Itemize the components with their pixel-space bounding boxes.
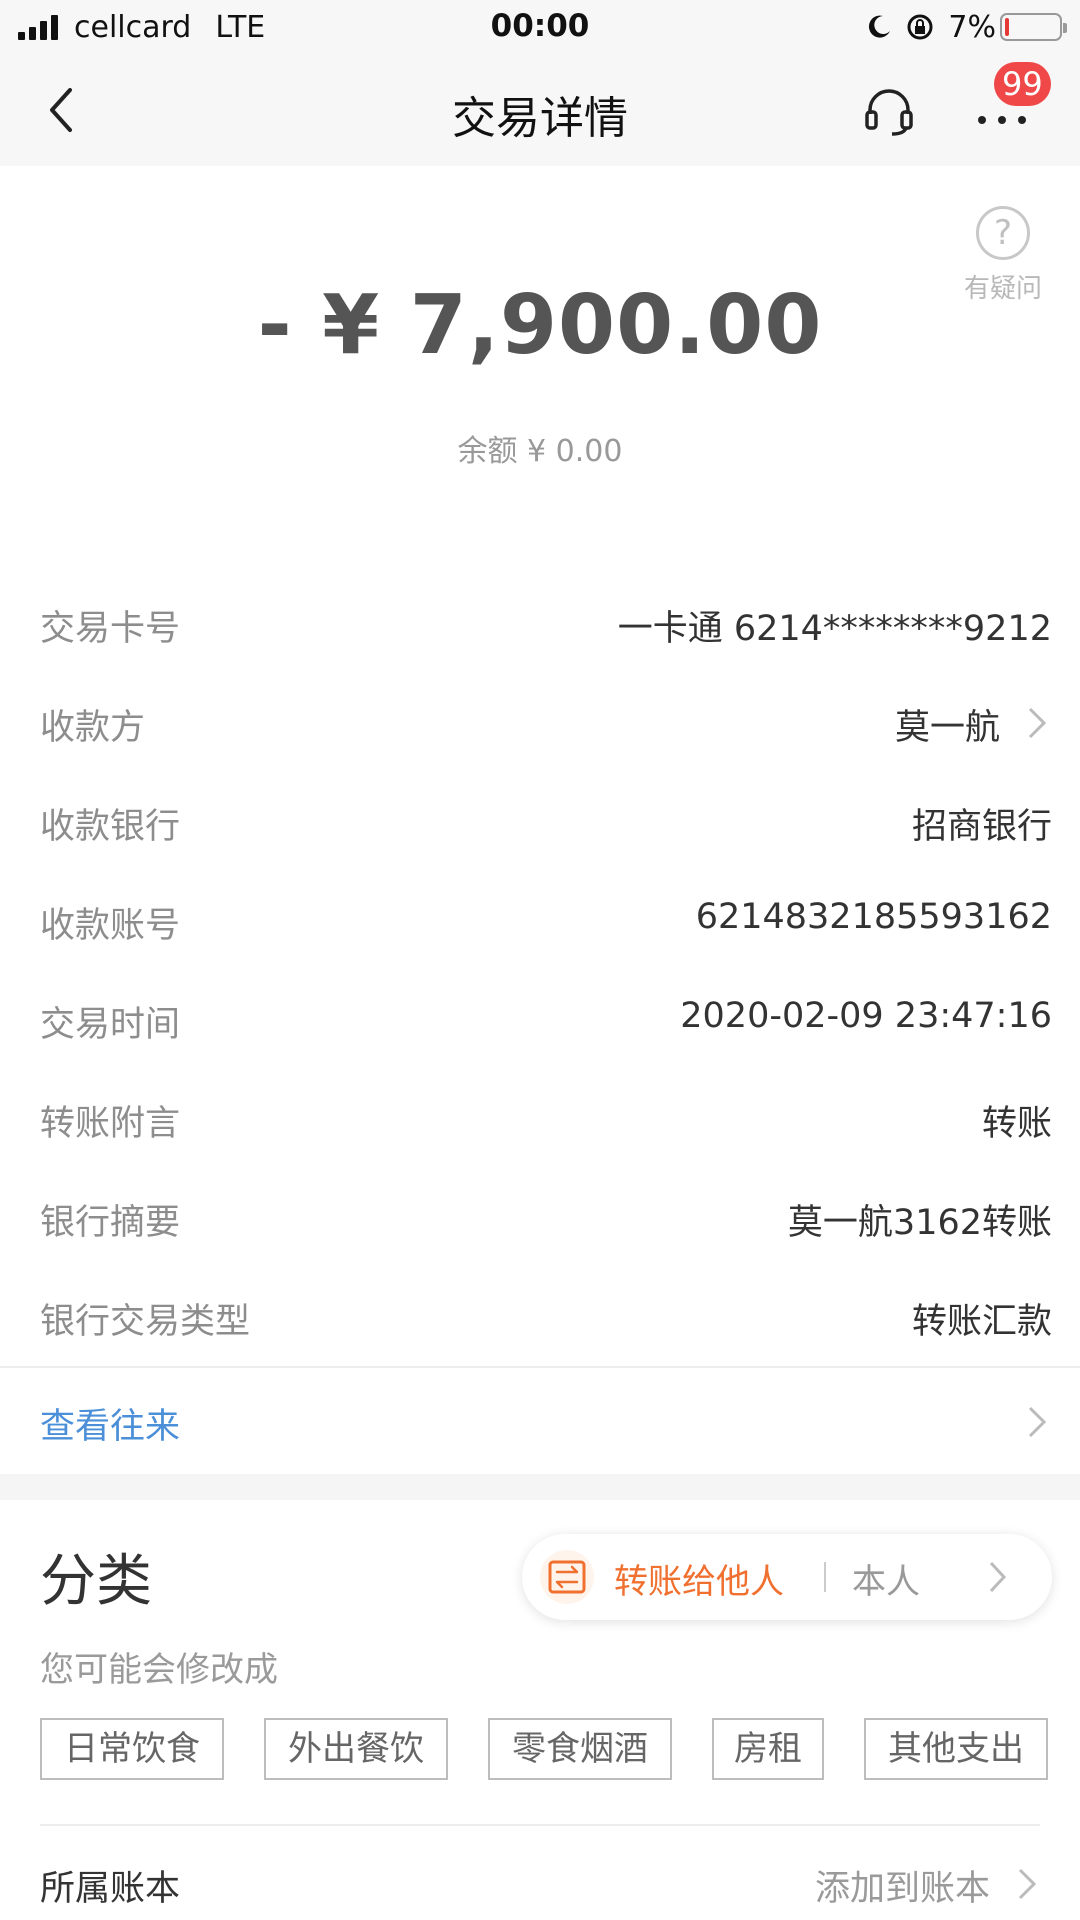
divider (40, 1824, 1040, 1826)
section-gap (0, 1474, 1080, 1500)
add-to-ledger-link[interactable]: 添加到账本 (815, 1860, 990, 1911)
row-value: 招商银行 (911, 807, 1052, 847)
ledger-row[interactable]: 所属账本 添加到账本 (0, 1828, 1080, 1920)
rotation-lock-icon (906, 13, 934, 41)
row-label: 转账附言 (40, 1104, 181, 1144)
tag-snacks[interactable]: 零食烟酒 (488, 1718, 672, 1780)
row-label: 银行交易类型 (40, 1302, 251, 1342)
row-value: 莫一航3162转账 (787, 1203, 1052, 1243)
chevron-right-icon (989, 1561, 1007, 1593)
row-label: 交易时间 (40, 1005, 181, 1045)
row-transaction-time: 交易时间 2020-02-09 23:47:16 (0, 968, 1080, 1067)
row-payee-account: 收款账号 6214832185593162 (0, 869, 1080, 968)
category-tags: 日常饮食 外出餐饮 零食烟酒 房租 其他支出 (40, 1718, 1050, 1782)
chevron-right-icon (1028, 1406, 1047, 1438)
row-value: 2020-02-09 23:47:16 (680, 996, 1052, 1036)
nav-bar: 交易详情 (0, 54, 1080, 166)
row-transfer-note: 转账附言 转账 (0, 1067, 1080, 1166)
row-value: 6214832185593162 (695, 897, 1052, 937)
tag-rent[interactable]: 房租 (712, 1718, 824, 1780)
row-value: 一卡通 6214********9212 (617, 609, 1052, 649)
row-card-number: 交易卡号 一卡通 6214********9212 (0, 572, 1080, 671)
customer-service-button[interactable] (862, 84, 916, 138)
pill-separator (824, 1562, 826, 1592)
detail-list: 交易卡号 一卡通 6214********9212 收款方 莫一航 收款银行 招… (0, 572, 1080, 1364)
category-title: 分类 (40, 1549, 152, 1614)
category-primary: 转账给他人 (614, 1562, 784, 1602)
notification-badge: 99 (994, 62, 1051, 106)
row-label: 收款银行 (40, 807, 181, 847)
tag-dining-out[interactable]: 外出餐饮 (264, 1718, 448, 1780)
question-icon: ? (976, 206, 1030, 260)
row-label: 收款方 (40, 708, 146, 748)
transaction-amount: - ¥ 7,900.00 (257, 278, 823, 373)
tag-other-expense[interactable]: 其他支出 (864, 1718, 1048, 1780)
row-value: 莫一航 (894, 708, 1000, 748)
moon-icon (866, 14, 892, 40)
view-history-row[interactable]: 查看往来 (0, 1368, 1080, 1474)
tag-daily-food[interactable]: 日常饮食 (40, 1718, 224, 1780)
chevron-right-icon (1018, 1868, 1037, 1900)
chevron-right-icon (1028, 707, 1047, 739)
status-right: 7% (866, 8, 1067, 46)
headset-icon (865, 89, 913, 136)
battery-percent: 7% (948, 9, 996, 45)
battery-icon (1000, 13, 1067, 41)
row-value: 转账 (981, 1104, 1052, 1144)
ledger-label: 所属账本 (40, 1869, 181, 1909)
transfer-icon (540, 1550, 594, 1604)
row-label: 银行摘要 (40, 1203, 181, 1243)
row-payee-bank: 收款银行 招商银行 (0, 770, 1080, 869)
row-transaction-type: 银行交易类型 转账汇款 (0, 1265, 1080, 1364)
page-title: 交易详情 (452, 93, 628, 144)
category-secondary: 本人 (852, 1562, 920, 1602)
row-bank-summary: 银行摘要 莫一航3162转账 (0, 1166, 1080, 1265)
status-bar: cellcard LTE 00:00 7% (0, 0, 1080, 54)
row-value: 转账汇款 (911, 1302, 1052, 1342)
category-hint: 您可能会修改成 (40, 1650, 278, 1690)
view-history-link[interactable]: 查看往来 (40, 1398, 180, 1449)
row-label: 收款账号 (40, 906, 181, 946)
balance-text: 余额 ¥ 0.00 (457, 434, 623, 469)
row-payee[interactable]: 收款方 莫一航 (0, 671, 1080, 770)
row-label: 交易卡号 (40, 609, 181, 649)
category-selector[interactable]: 转账给他人 本人 (522, 1534, 1052, 1620)
header: cellcard LTE 00:00 7% 交易详情 (0, 0, 1080, 166)
battery-fill (1005, 18, 1009, 36)
